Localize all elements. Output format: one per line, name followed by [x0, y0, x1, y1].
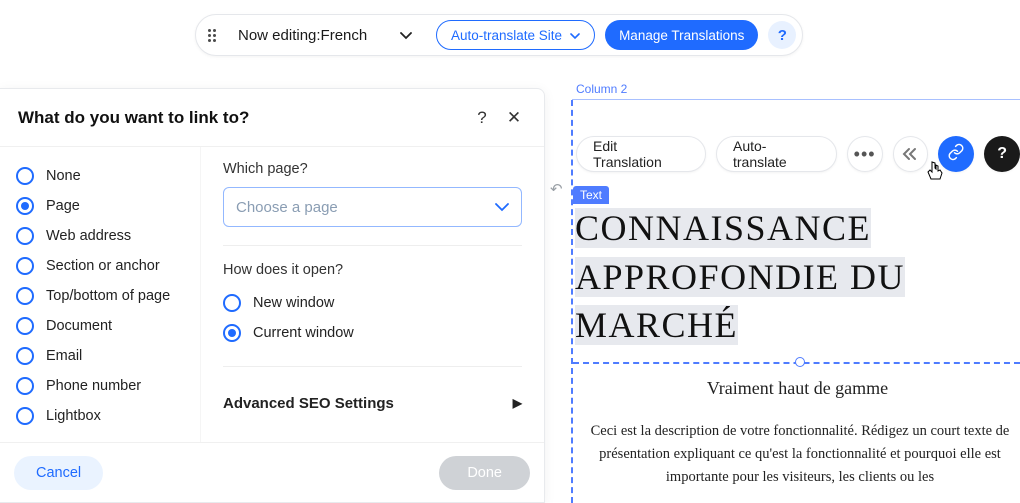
link-type-page[interactable]: Page [16, 191, 192, 221]
chevron-down-icon [570, 28, 580, 43]
heading-line-2: APPROFONDIE DU [575, 257, 905, 297]
element-help-button[interactable]: ? [984, 136, 1020, 172]
page-select-placeholder: Choose a page [236, 199, 338, 216]
advanced-seo-toggle[interactable]: Advanced SEO Settings ▶ [223, 383, 522, 423]
open-option-label: New window [253, 295, 334, 311]
drag-handle-icon[interactable] [208, 27, 220, 43]
link-type-label: Page [46, 198, 80, 214]
link-type-phone[interactable]: Phone number [16, 371, 192, 401]
link-type-list: None Page Web address Section or anchor … [0, 147, 200, 442]
link-type-section-anchor[interactable]: Section or anchor [16, 251, 192, 281]
body-text[interactable]: Ceci est la description de votre fonctio… [585, 420, 1015, 490]
link-details: Which page? Choose a page How does it op… [200, 147, 544, 442]
auto-translate-button[interactable]: Auto-translate [716, 136, 837, 172]
link-button[interactable] [938, 136, 974, 172]
panel-close-button[interactable]: ✕ [502, 108, 526, 128]
link-type-document[interactable]: Document [16, 311, 192, 341]
open-method-label: How does it open? [223, 262, 522, 278]
link-type-web-address[interactable]: Web address [16, 221, 192, 251]
advanced-seo-label: Advanced SEO Settings [223, 395, 394, 412]
link-type-label: None [46, 168, 81, 184]
element-floating-toolbar: Edit Translation Auto-translate ••• ? [576, 136, 1020, 172]
page-select[interactable]: Choose a page [223, 187, 522, 227]
panel-footer: Cancel Done [0, 442, 544, 502]
text-element-badge: Text [573, 186, 609, 204]
link-type-label: Lightbox [46, 408, 101, 424]
editor-top-toolbar: Now editing: French Auto-translate Site … [195, 14, 803, 56]
open-new-window[interactable]: New window [223, 288, 522, 318]
edit-translation-label: Edit Translation [593, 138, 689, 170]
link-type-label: Web address [46, 228, 131, 244]
column-label: Column 2 [576, 82, 1016, 100]
manage-translations-label: Manage Translations [619, 28, 744, 43]
link-type-top-bottom[interactable]: Top/bottom of page [16, 281, 192, 311]
current-language: French [321, 27, 368, 44]
link-type-label: Section or anchor [46, 258, 160, 274]
triangle-right-icon: ▶ [513, 396, 522, 410]
cancel-button[interactable]: Cancel [14, 456, 103, 490]
chevron-down-icon [400, 27, 412, 44]
link-type-lightbox[interactable]: Lightbox [16, 401, 192, 431]
which-page-label: Which page? [223, 161, 522, 177]
language-selector[interactable]: Now editing: French [238, 27, 426, 44]
panel-body: None Page Web address Section or anchor … [0, 147, 544, 442]
link-type-label: Document [46, 318, 112, 334]
selection-handle[interactable] [795, 357, 805, 367]
auto-translate-label: Auto-translate [733, 138, 820, 170]
more-options-button[interactable]: ••• [847, 136, 883, 172]
auto-translate-site-button[interactable]: Auto-translate Site [436, 20, 595, 50]
heading-line-3: MARCHÉ [575, 305, 738, 345]
link-type-label: Top/bottom of page [46, 288, 170, 304]
double-chevron-left-icon [901, 147, 919, 161]
panel-title: What do you want to link to? [18, 108, 470, 128]
open-option-label: Current window [253, 325, 354, 341]
help-button[interactable]: ? [768, 21, 796, 49]
link-type-label: Email [46, 348, 82, 364]
link-type-label: Phone number [46, 378, 141, 394]
done-button[interactable]: Done [439, 456, 530, 490]
help-icon: ? [778, 27, 787, 44]
link-settings-panel: What do you want to link to? ? ✕ None Pa… [0, 88, 545, 503]
editing-prefix: Now editing: [238, 27, 321, 44]
link-type-none[interactable]: None [16, 161, 192, 191]
link-icon [947, 143, 965, 166]
open-current-window[interactable]: Current window [223, 318, 522, 348]
question-icon: ? [997, 145, 1007, 163]
stretch-button[interactable] [893, 136, 929, 172]
link-type-email[interactable]: Email [16, 341, 192, 371]
panel-help-button[interactable]: ? [470, 108, 494, 128]
divider [223, 366, 522, 367]
auto-translate-site-label: Auto-translate Site [451, 28, 562, 43]
subheading-text[interactable]: Vraiment haut de gamme [575, 378, 1020, 399]
chevron-down-icon [495, 199, 509, 216]
canvas-border-top [572, 99, 1020, 100]
heading-line-1: CONNAISSANCE [575, 208, 871, 248]
dots-icon: ••• [854, 144, 876, 165]
heading-text[interactable]: CONNAISSANCE APPROFONDIE DU MARCHÉ [575, 204, 1015, 350]
edit-translation-button[interactable]: Edit Translation [576, 136, 706, 172]
panel-header: What do you want to link to? ? ✕ [0, 89, 544, 147]
undo-icon[interactable]: ↶ [550, 180, 572, 202]
manage-translations-button[interactable]: Manage Translations [605, 20, 758, 50]
divider [223, 245, 522, 246]
selection-border-vertical [571, 100, 573, 503]
